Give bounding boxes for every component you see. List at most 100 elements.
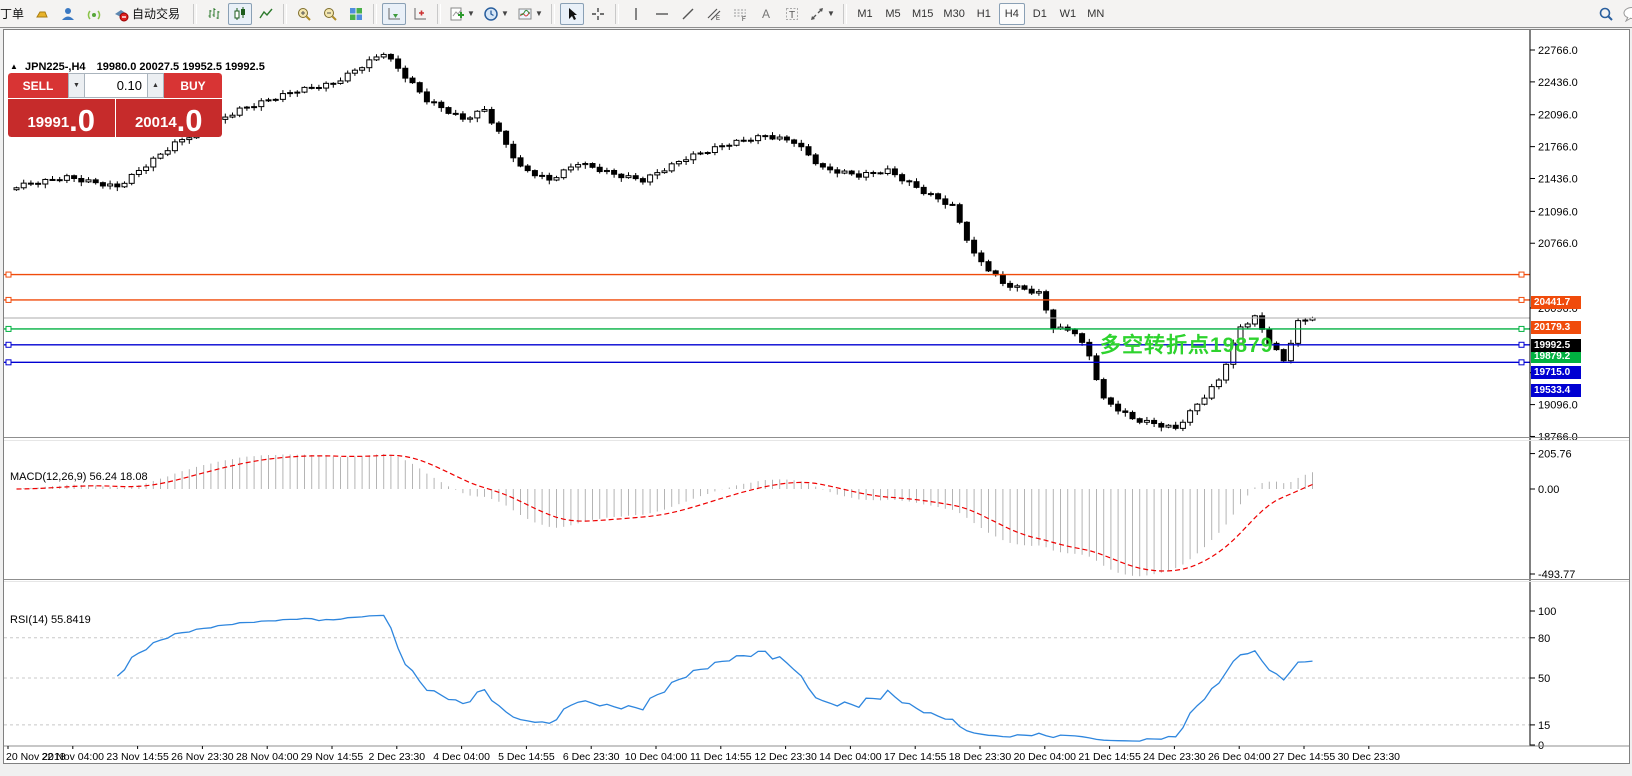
timeframe-M1[interactable]: M1 [852, 3, 878, 25]
channel-tool-icon[interactable]: E [702, 3, 726, 25]
toolbar-separator [551, 3, 556, 24]
timeframe-W1[interactable]: W1 [1055, 3, 1081, 25]
svg-text:15: 15 [1538, 720, 1550, 732]
account-icon[interactable] [56, 3, 80, 25]
svg-text:E: E [716, 16, 720, 22]
toolbar: 丁单 自动交易 ▼ ▼ ▼ E F A T ▼ M1 M5 M15 M30 H1… [0, 0, 1632, 28]
toolbar-separator [193, 3, 198, 24]
text-tool-icon[interactable]: A [754, 3, 778, 25]
svg-text:23 Nov 14:55: 23 Nov 14:55 [106, 751, 169, 763]
text-label-tool-icon[interactable]: T [780, 3, 804, 25]
svg-text:5 Dec 14:55: 5 Dec 14:55 [498, 751, 555, 763]
chart-window: 22766.0 22436.0 22096.0 21766.0 21436.0 21096… [0, 28, 1632, 776]
sell-price-display[interactable]: 19991 .0 [8, 99, 115, 137]
ohlc-values: 19980.0 20027.5 19952.5 19992.5 [96, 61, 265, 73]
volume-input[interactable]: 0.10 [85, 73, 147, 98]
bid-price-tag: 19992.5 [1531, 339, 1581, 352]
buy-price-pips: .0 [176, 103, 203, 137]
buy-button[interactable]: BUY [164, 73, 222, 98]
autotrading-icon [115, 9, 129, 21]
svg-text:24 Dec 23:30: 24 Dec 23:30 [1143, 751, 1206, 763]
svg-text:18 Dec 23:30: 18 Dec 23:30 [949, 751, 1012, 763]
svg-text:21766.0: 21766.0 [1538, 142, 1578, 154]
svg-text:12 Dec 23:30: 12 Dec 23:30 [754, 751, 817, 763]
svg-text:19096.0: 19096.0 [1538, 400, 1578, 412]
signals-icon[interactable] [82, 3, 106, 25]
line-handle [5, 359, 12, 366]
timeframe-M15[interactable]: M15 [908, 3, 937, 25]
svg-text:A: A [762, 7, 770, 21]
line-handle [5, 325, 12, 332]
toolbar-separator [615, 3, 620, 24]
svg-text:0.00: 0.00 [1538, 484, 1559, 496]
line-handle [1518, 341, 1525, 348]
bar-chart-mode-icon[interactable] [202, 3, 226, 25]
autotrading-button[interactable]: 自动交易 [108, 3, 188, 25]
indicators-button[interactable]: ▼ [446, 3, 478, 25]
rsi-label: RSI(14) 55.8419 [10, 614, 91, 626]
zoom-in-icon[interactable] [292, 3, 316, 25]
line-handle [1518, 296, 1525, 303]
sell-button[interactable]: SELL [8, 73, 68, 98]
periods-button[interactable]: ▼ [480, 3, 512, 25]
horizontal-line-tool-icon[interactable] [650, 3, 674, 25]
symbol-period-label: JPN225-,H4 [24, 61, 86, 73]
arrows-icon [811, 7, 824, 20]
vertical-line-tool-icon[interactable] [624, 3, 648, 25]
volume-increase-button[interactable]: ▲ [147, 73, 164, 98]
svg-text:T: T [789, 10, 795, 21]
line-handle [5, 341, 12, 348]
svg-text:30 Dec 23:30: 30 Dec 23:30 [1338, 751, 1401, 763]
chevron-down-icon: ▼ [467, 9, 475, 18]
timeframe-bar: M1 M5 M15 M30 H1 H4 D1 W1 MN [851, 2, 1110, 25]
search-icon[interactable] [1594, 3, 1618, 25]
line-chart-mode-icon[interactable] [254, 3, 278, 25]
hline-price-tag[interactable]: 19715.0 [1531, 366, 1581, 379]
timeframe-M30[interactable]: M30 [939, 3, 968, 25]
timeframe-D1[interactable]: D1 [1027, 3, 1053, 25]
timeframe-MN[interactable]: MN [1083, 3, 1109, 25]
svg-text:2 Dec 23:30: 2 Dec 23:30 [368, 751, 425, 763]
fibonacci-tool-icon[interactable]: F [728, 3, 752, 25]
timeframe-M5[interactable]: M5 [880, 3, 906, 25]
autotrading-label: 自动交易 [132, 7, 181, 21]
crosshair-tool-icon[interactable] [586, 3, 610, 25]
buy-price-main: 20014 [134, 114, 177, 131]
new-order-label: 丁单 [0, 7, 25, 21]
chart-shift-icon[interactable] [408, 3, 432, 25]
svg-text:22436.0: 22436.0 [1538, 77, 1578, 89]
candlestick-mode-icon[interactable] [228, 2, 253, 25]
auto-scroll-icon[interactable] [382, 2, 407, 25]
hline-price-tag[interactable]: 19533.4 [1531, 384, 1581, 397]
templates-button[interactable]: ▼ [514, 3, 546, 25]
hline-price-tag[interactable]: 20441.7 [1531, 296, 1581, 309]
chat-icon[interactable] [1620, 3, 1632, 25]
clock-icon [484, 6, 498, 21]
mt4-terminal: 丁单 自动交易 ▼ ▼ ▼ E F A T ▼ M1 M5 M15 M30 H1… [0, 0, 1632, 776]
svg-text:17 Dec 14:55: 17 Dec 14:55 [884, 751, 947, 763]
collapse-icon[interactable]: ▲ [10, 62, 18, 71]
sell-price-main: 19991 [27, 114, 70, 131]
chart-annotation-text[interactable]: 多空转折点19879 [1100, 329, 1273, 359]
tile-windows-icon[interactable] [344, 3, 368, 25]
svg-text:4 Dec 04:00: 4 Dec 04:00 [433, 751, 490, 763]
volume-decrease-button[interactable]: ▼ [68, 73, 85, 98]
svg-text:26 Dec 04:00: 26 Dec 04:00 [1208, 751, 1271, 763]
toolbar-separator [283, 3, 288, 24]
svg-text:11 Dec 14:55: 11 Dec 14:55 [690, 751, 752, 763]
trendline-tool-icon[interactable] [676, 3, 700, 25]
cursor-tool-icon[interactable] [560, 2, 585, 25]
svg-text:205.76: 205.76 [1538, 449, 1572, 461]
hline-price-tag[interactable]: 20179.3 [1531, 321, 1581, 334]
gold-symbol-icon[interactable] [30, 3, 54, 25]
toolbar-separator [373, 3, 378, 24]
arrows-tool-button[interactable]: ▼ [806, 3, 838, 25]
toolbar-separator [437, 3, 442, 24]
timeframe-H1[interactable]: H1 [971, 3, 997, 25]
buy-price-display[interactable]: 20014 .0 [115, 99, 222, 137]
new-order-button[interactable]: 丁单 [0, 3, 28, 25]
svg-text:20 Dec 04:00: 20 Dec 04:00 [1014, 751, 1077, 763]
zoom-out-icon[interactable] [318, 3, 342, 25]
line-handle [1518, 359, 1525, 366]
timeframe-H4[interactable]: H4 [998, 2, 1025, 25]
